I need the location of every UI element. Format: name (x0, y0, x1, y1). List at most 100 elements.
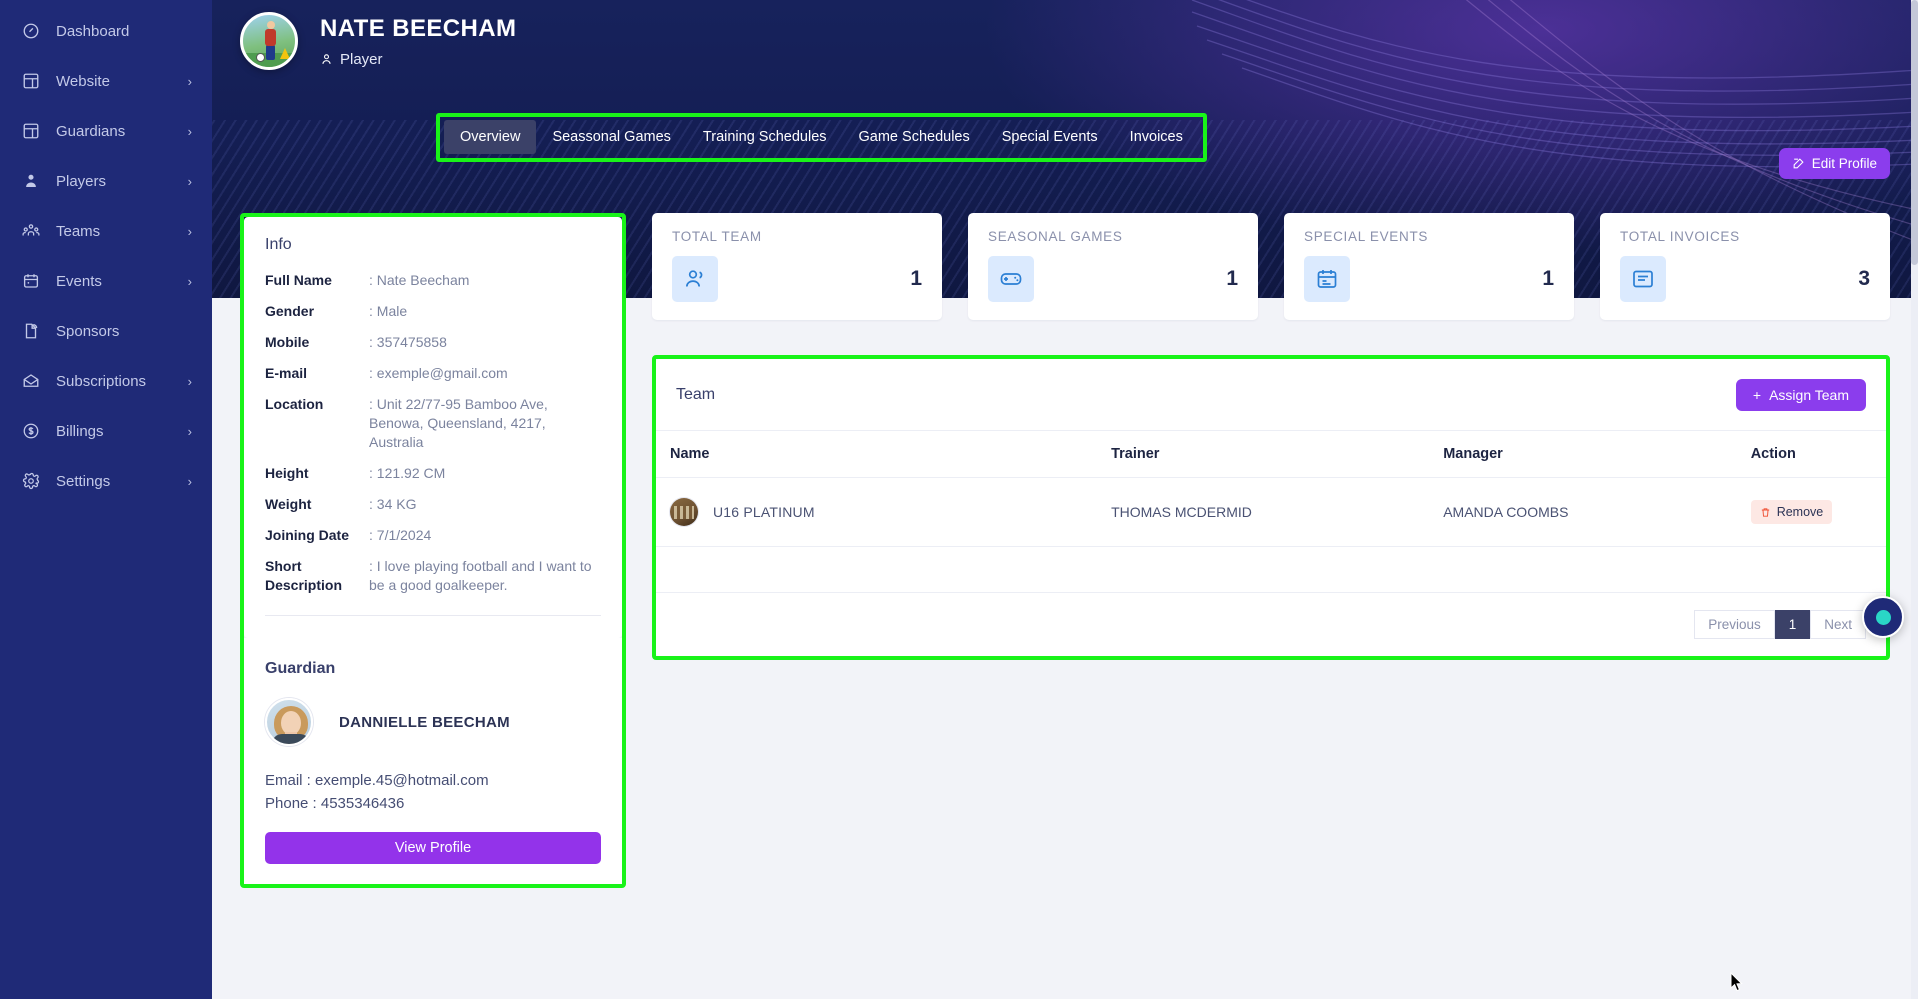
info-row: Location : Unit 22/77-95 Bamboo Ave, Ben… (265, 395, 601, 464)
sidebar-item-label: Teams (56, 222, 101, 240)
content-area: Info Full Name : Nate Beecham Gender : M… (212, 0, 1918, 999)
info-key: Short Description (265, 558, 343, 593)
info-key: Joining Date (265, 527, 350, 543)
stat-value: 1 (1542, 267, 1554, 290)
sidebar-item-label: Dashboard (56, 22, 130, 40)
gear-icon (20, 470, 42, 492)
info-card: Info Full Name : Nate Beecham Gender : M… (244, 217, 622, 638)
sidebar-item-players[interactable]: Players › (0, 156, 212, 206)
guardian-title: Guardian (265, 660, 336, 677)
team-panel-title: Team (676, 386, 716, 403)
stat-value: 1 (910, 267, 922, 290)
info-value: : Nate Beecham (369, 272, 470, 288)
info-key: Location (265, 396, 324, 412)
table-empty-row (656, 546, 1886, 593)
pagination-page-1[interactable]: 1 (1774, 610, 1811, 639)
info-value: : Unit 22/77-95 Bamboo Ave, Benowa, Quee… (369, 396, 548, 450)
info-value: : exemple@gmail.com (369, 365, 508, 381)
gamepad-icon (988, 256, 1034, 302)
info-key: Mobile (265, 334, 310, 350)
calendar-icon (1304, 256, 1350, 302)
view-profile-button[interactable]: View Profile (265, 832, 601, 864)
info-row: E-mail : exemple@gmail.com (265, 364, 601, 395)
team-panel: Team + Assign Team Name Trainer Manager … (656, 359, 1886, 656)
cell-action: Remove (1750, 477, 1886, 547)
pagination: Previous 1 Next (656, 593, 1886, 656)
guardian-phone: Phone : 4535346436 (265, 795, 405, 812)
info-row: Short Description : I love playing footb… (265, 557, 601, 607)
info-row: Mobile : 357475858 (265, 333, 601, 364)
sidebar-item-subscriptions[interactable]: Subscriptions › (0, 356, 212, 406)
assign-team-button[interactable]: + Assign Team (1735, 379, 1866, 411)
sidebar-item-guardians[interactable]: Guardians › (0, 106, 212, 156)
table-header-row: Name Trainer Manager Action (656, 430, 1886, 478)
sidebar-item-website[interactable]: Website › (0, 56, 212, 106)
pagination-next[interactable]: Next (1810, 610, 1866, 639)
scrollbar-thumb[interactable] (1911, 0, 1918, 265)
info-key: Gender (265, 303, 315, 319)
info-row: Height : 121.92 CM (265, 464, 601, 495)
widget-dot-icon (1875, 609, 1891, 625)
info-key: Weight (265, 496, 312, 512)
info-row: Full Name : Nate Beecham (265, 271, 601, 302)
trash-icon (1761, 507, 1769, 517)
info-row: Joining Date : 7/1/2024 (265, 526, 601, 557)
sidebar-item-label: Guardians (56, 122, 126, 140)
column-header-manager: Manager (1443, 430, 1751, 478)
main-content: NATE BEECHAM Player Overview Seassonal G… (212, 0, 1918, 999)
sidebar-item-events[interactable]: Events › (0, 256, 212, 306)
avatar (265, 698, 313, 746)
stat-card-total-team: TOTAL TEAM 1 (652, 213, 942, 320)
stat-label: TOTAL TEAM (672, 229, 762, 244)
team-avatar (670, 498, 698, 526)
stat-card-total-invoices: TOTAL INVOICES 3 (1600, 213, 1890, 320)
sidebar-item-billings[interactable]: Billings › (0, 406, 212, 456)
chevron-right-icon: › (187, 273, 192, 289)
sidebar: Dashboard Website › Guardians › Players … (0, 0, 212, 999)
user-icon (20, 170, 42, 192)
sidebar-item-label: Sponsors (56, 322, 120, 340)
info-row: Gender : Male (265, 302, 601, 333)
chevron-right-icon: › (187, 373, 192, 389)
info-value: : 34 KG (369, 496, 417, 512)
scrollbar-track[interactable] (1911, 0, 1918, 999)
column-header-action: Action (1750, 430, 1886, 478)
guardian-card: Guardian DANNIELLE BEECHAM Email : exemp… (244, 638, 622, 884)
chevron-right-icon: › (187, 473, 192, 489)
floating-action-widget[interactable] (1862, 596, 1904, 638)
stat-cards: TOTAL TEAM 1 SEASONAL GAMES 1 SPECIAL EV… (652, 213, 1890, 320)
sidebar-item-label: Billings (56, 422, 104, 440)
info-value: : 357475858 (369, 334, 447, 350)
chevron-right-icon: › (187, 123, 192, 139)
column-header-trainer: Trainer (1111, 430, 1444, 478)
people-icon (672, 256, 718, 302)
sidebar-item-dashboard[interactable]: Dashboard (0, 6, 212, 56)
pagination-previous[interactable]: Previous (1694, 610, 1775, 639)
users-group-icon (20, 220, 42, 242)
sidebar-item-teams[interactable]: Teams › (0, 206, 212, 256)
stat-card-special-events: SPECIAL EVENTS 1 (1284, 213, 1574, 320)
sidebar-item-label: Subscriptions (56, 372, 147, 390)
info-value: : I love playing football and I want to … (369, 558, 592, 593)
right-column: TOTAL TEAM 1 SEASONAL GAMES 1 SPECIAL EV… (652, 213, 1890, 660)
sidebar-item-label: Players (56, 172, 107, 190)
info-table: Full Name : Nate Beecham Gender : Male M… (265, 271, 601, 607)
stat-label: SEASONAL GAMES (988, 229, 1123, 244)
chevron-right-icon: › (187, 423, 192, 439)
stat-label: TOTAL INVOICES (1620, 229, 1740, 244)
mouse-cursor (1730, 972, 1743, 992)
guardian-email: Email : exemple.45@hotmail.com (265, 772, 489, 789)
sidebar-item-sponsors[interactable]: Sponsors (0, 306, 212, 356)
stat-value: 3 (1858, 267, 1870, 290)
info-value: : Male (369, 303, 408, 319)
dashboard-icon (20, 20, 42, 42)
column-header-name: Name (656, 430, 1112, 478)
invoice-icon (1620, 256, 1666, 302)
sidebar-item-settings[interactable]: Settings › (0, 456, 212, 506)
remove-label: Remove (1776, 505, 1824, 519)
stat-card-seasonal-games: SEASONAL GAMES 1 (968, 213, 1258, 320)
file-signal-icon (20, 320, 42, 342)
sidebar-item-label: Website (56, 72, 110, 90)
remove-button[interactable]: Remove (1750, 500, 1833, 524)
team-panel-highlight: Team + Assign Team Name Trainer Manager … (652, 355, 1890, 660)
